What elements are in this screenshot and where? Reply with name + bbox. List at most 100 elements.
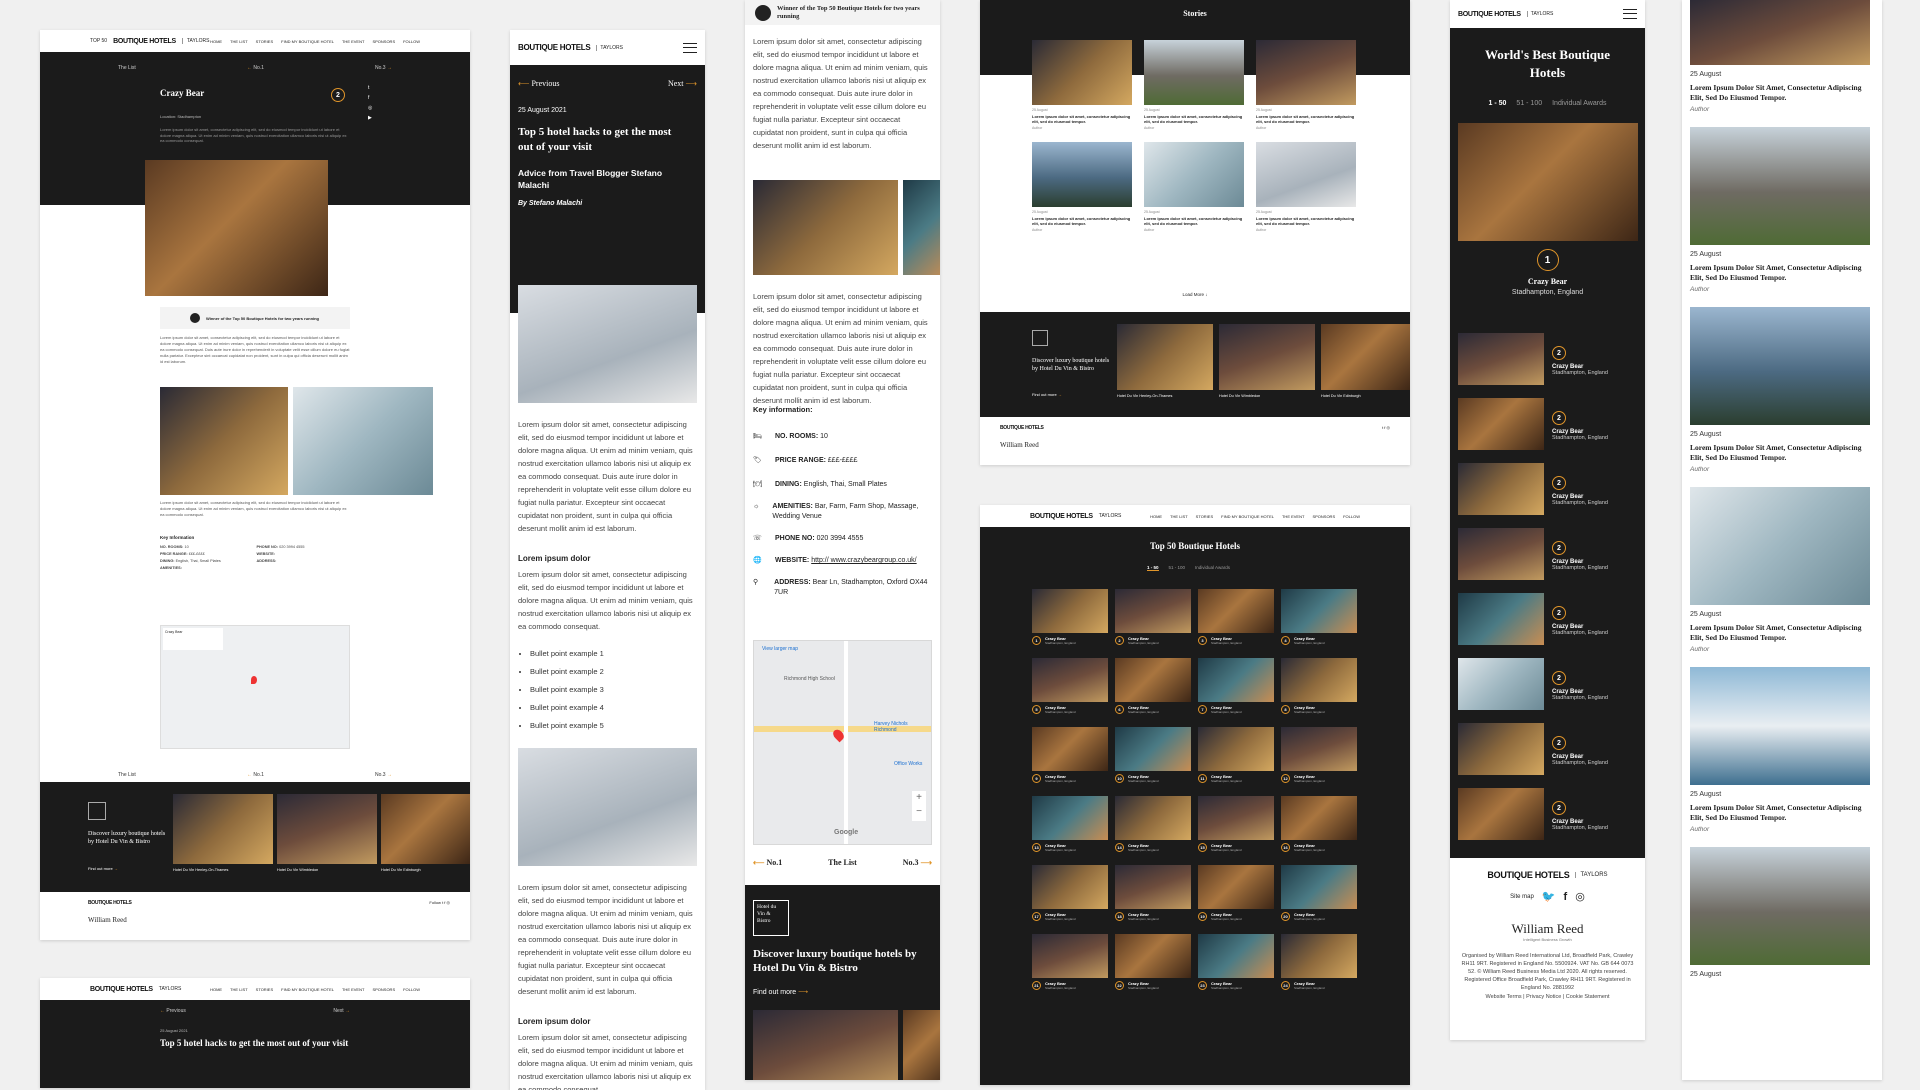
nav3-follow[interactable]: FOLLOW bbox=[1343, 514, 1360, 519]
nav3-event[interactable]: THE EVENT bbox=[1282, 514, 1304, 519]
hotel-card[interactable]: 24 Crazy Bear Stadhampton, England bbox=[1281, 934, 1357, 990]
nav2-stories[interactable]: STORIES bbox=[256, 987, 274, 992]
wb-hotel-row[interactable]: 2 Crazy Bear Stadhampton, England bbox=[1458, 593, 1637, 645]
nav3-sponsors[interactable]: SPONSORS bbox=[1312, 514, 1335, 519]
youtube-icon[interactable]: ▶ bbox=[368, 115, 372, 121]
hotel-card[interactable]: 20 Crazy Bear Stadhampton, England bbox=[1281, 865, 1357, 921]
nav-follow[interactable]: FOLLOW bbox=[403, 39, 420, 44]
nav2-list[interactable]: THE LIST bbox=[230, 987, 248, 992]
bottom-next-link[interactable]: No.3 → bbox=[375, 772, 392, 778]
wb-legal-links[interactable]: Website Terms | Privacy Notice | Cookie … bbox=[1450, 994, 1645, 1000]
gallery-image-1[interactable] bbox=[160, 387, 288, 495]
wb-hotel-row[interactable]: 2 Crazy Bear Stadhampton, England bbox=[1458, 463, 1637, 515]
nav2-sponsors[interactable]: SPONSORS bbox=[372, 987, 395, 992]
nav2-home[interactable]: HOME bbox=[210, 987, 222, 992]
wb-tab-1-50[interactable]: 1 - 50 bbox=[1489, 100, 1507, 107]
hotel-card[interactable]: 1 Crazy Bear Stadhampton, England bbox=[1032, 589, 1108, 645]
wb-hotel-row[interactable]: 2 Crazy Bear Stadhampton, England bbox=[1458, 528, 1637, 580]
stories-footer-logo[interactable]: BOUTIQUE HOTELS bbox=[1000, 425, 1390, 431]
hotel-card[interactable]: 4 Crazy Bear Stadhampton, England bbox=[1281, 589, 1357, 645]
hotel-map[interactable]: View larger map Richmond High School Har… bbox=[753, 640, 932, 845]
article-prev-link[interactable]: ← Previous bbox=[160, 1008, 186, 1014]
twitter-icon[interactable]: t bbox=[368, 85, 372, 91]
footer-logo[interactable]: BOUTIQUE HOTELS bbox=[88, 900, 132, 906]
hotel-gallery-image-2[interactable] bbox=[903, 180, 940, 275]
nav2-follow[interactable]: FOLLOW bbox=[403, 987, 420, 992]
instagram-icon[interactable]: ◎ bbox=[368, 105, 372, 111]
mobile-promo-image-1[interactable] bbox=[753, 1010, 898, 1080]
stories-partner-image-1[interactable] bbox=[1117, 324, 1213, 390]
nav-stories[interactable]: STORIES bbox=[256, 39, 274, 44]
hotel-card[interactable]: 9 Crazy Bear Stadhampton, England bbox=[1032, 727, 1108, 783]
nav-sponsors[interactable]: SPONSORS bbox=[372, 39, 395, 44]
hotel-card[interactable]: 13 Crazy Bear Stadhampton, England bbox=[1032, 796, 1108, 852]
story-card[interactable]: 25 August Lorem ipsum dolor sit amet, con… bbox=[1144, 40, 1244, 130]
hotel-card[interactable]: 17 Crazy Bear Stadhampton, England bbox=[1032, 865, 1108, 921]
hotel-card[interactable]: 5 Crazy Bear Stadhampton, England bbox=[1032, 658, 1108, 714]
stories-partner-hotel-2[interactable]: Hotel Du Vin Wimbledon bbox=[1219, 394, 1260, 398]
partner-find-link[interactable]: Find out more → bbox=[88, 866, 118, 871]
wb-hotel-row[interactable]: 2 Crazy Bear Stadhampton, England bbox=[1458, 723, 1637, 775]
partner-hotel-3[interactable]: Hotel Du Vin Edinburgh bbox=[381, 868, 421, 872]
partner-image-2[interactable] bbox=[277, 794, 377, 864]
ki-website-link[interactable]: http:// www.crazybeargroup.co.uk/ bbox=[811, 557, 916, 564]
nav-find[interactable]: FIND MY BOUTIQUE HOTEL bbox=[281, 39, 334, 44]
hotel-card[interactable]: 21 Crazy Bear Stadhampton, England bbox=[1032, 934, 1108, 990]
next-hotel-link[interactable]: No.3 → bbox=[375, 65, 392, 71]
info-website[interactable]: WEBSITE: bbox=[257, 552, 351, 556]
article-next-link[interactable]: Next → bbox=[333, 1008, 350, 1014]
story-card[interactable]: 25 August Lorem ipsum dolor sit amet, con… bbox=[1144, 142, 1244, 232]
nav-home[interactable]: HOME bbox=[210, 39, 222, 44]
wb-logo[interactable]: BOUTIQUE HOTELS bbox=[1458, 11, 1521, 18]
hotel-card[interactable]: 23 Crazy Bear Stadhampton, England bbox=[1198, 934, 1274, 990]
nav3-list[interactable]: THE LIST bbox=[1170, 514, 1188, 519]
twitter-icon[interactable]: 🐦 bbox=[1542, 890, 1556, 903]
nav2-find[interactable]: FIND MY BOUTIQUE HOTEL bbox=[281, 987, 334, 992]
story-card[interactable]: 25 August Lorem ipsum dolor sit amet, con… bbox=[1256, 142, 1356, 232]
mobile-promo-image-2[interactable] bbox=[903, 1010, 940, 1080]
stories-social-icons[interactable]: t f ◎ bbox=[1382, 425, 1390, 430]
map-view-larger[interactable]: View larger map bbox=[762, 646, 798, 652]
partner-hotel-1[interactable]: Hotel Du Vin Henley-On-Thames bbox=[173, 868, 228, 872]
mobile-story-card[interactable]: 25 August Lorem Ipsum Dolor Sit Amet, Con… bbox=[1690, 0, 1874, 113]
mobile-story-card[interactable]: 25 August Lorem Ipsum Dolor Sit Amet, Con… bbox=[1690, 667, 1874, 833]
nav-list[interactable]: THE LIST bbox=[230, 39, 248, 44]
hotel-card[interactable]: 15 Crazy Bear Stadhampton, England bbox=[1198, 796, 1274, 852]
hotel-card[interactable]: 10 Crazy Bear Stadhampton, England bbox=[1115, 727, 1191, 783]
hotel-card[interactable]: 6 Crazy Bear Stadhampton, England bbox=[1115, 658, 1191, 714]
map-zoom-control[interactable]: + − bbox=[912, 791, 926, 821]
wb-site-map-link[interactable]: Site map bbox=[1510, 894, 1534, 900]
location-map[interactable]: Crazy Bear bbox=[160, 625, 350, 749]
stories-partner-hotel-1[interactable]: Hotel Du Vin Henley-On-Thames bbox=[1117, 394, 1172, 398]
hotel-card[interactable]: 19 Crazy Bear Stadhampton, England bbox=[1198, 865, 1274, 921]
story-card[interactable]: 25 August Lorem ipsum dolor sit amet, con… bbox=[1032, 142, 1132, 232]
story-card[interactable]: 25 August Lorem ipsum dolor sit amet, con… bbox=[1032, 40, 1132, 130]
wb-tab-awards[interactable]: Individual Awards bbox=[1552, 100, 1606, 107]
hotel-gallery-image-1[interactable] bbox=[753, 180, 898, 275]
partner-hotel-2[interactable]: Hotel Du Vin Wimbledon bbox=[277, 868, 318, 872]
site-logo-2[interactable]: BOUTIQUE HOTELS bbox=[90, 986, 153, 993]
mobile-logo[interactable]: BOUTIQUE HOTELS bbox=[518, 43, 591, 52]
ki-phone-value[interactable]: 020 3994 4555 bbox=[817, 535, 864, 542]
tab-individual-awards[interactable]: Individual Awards bbox=[1195, 565, 1230, 571]
mobile-story-card[interactable]: 25 August Lorem Ipsum Dolor Sit Amet, Con… bbox=[1690, 307, 1874, 473]
wb-tab-51-100[interactable]: 51 - 100 bbox=[1516, 100, 1542, 107]
partner-image-1[interactable] bbox=[173, 794, 273, 864]
load-more-button[interactable]: Load More ↓ bbox=[980, 292, 1410, 297]
tab-1-50[interactable]: 1 - 50 bbox=[1147, 565, 1159, 571]
wb-footer-logo[interactable]: BOUTIQUE HOTELS bbox=[1487, 870, 1569, 880]
hotel-card[interactable]: 2 Crazy Bear Stadhampton, England bbox=[1115, 589, 1191, 645]
story-card[interactable]: 25 August Lorem ipsum dolor sit amet, con… bbox=[1256, 40, 1356, 130]
stories-partner-link[interactable]: Find out more → bbox=[1032, 392, 1062, 397]
nav3-find[interactable]: FIND MY BOUTIQUE HOTEL bbox=[1221, 514, 1274, 519]
mobile-story-card[interactable]: 25 August Lorem Ipsum Dolor Sit Amet, Con… bbox=[1690, 487, 1874, 653]
nav3-home[interactable]: HOME bbox=[1150, 514, 1162, 519]
wb-hotel-row[interactable]: 2 Crazy Bear Stadhampton, England bbox=[1458, 788, 1637, 840]
wb-top-hotel[interactable]: 1 Crazy Bear Stadhampton, England bbox=[1450, 249, 1645, 296]
hotel-card[interactable]: 18 Crazy Bear Stadhampton, England bbox=[1115, 865, 1191, 921]
hamburger-menu-icon[interactable] bbox=[683, 42, 697, 53]
prev-hotel-link[interactable]: ← No.1 bbox=[247, 65, 264, 71]
nav3-stories[interactable]: STORIES bbox=[1196, 514, 1214, 519]
mobile-next-link[interactable]: Next ⟶ bbox=[668, 79, 697, 88]
hotel-card[interactable]: 11 Crazy Bear Stadhampton, England bbox=[1198, 727, 1274, 783]
